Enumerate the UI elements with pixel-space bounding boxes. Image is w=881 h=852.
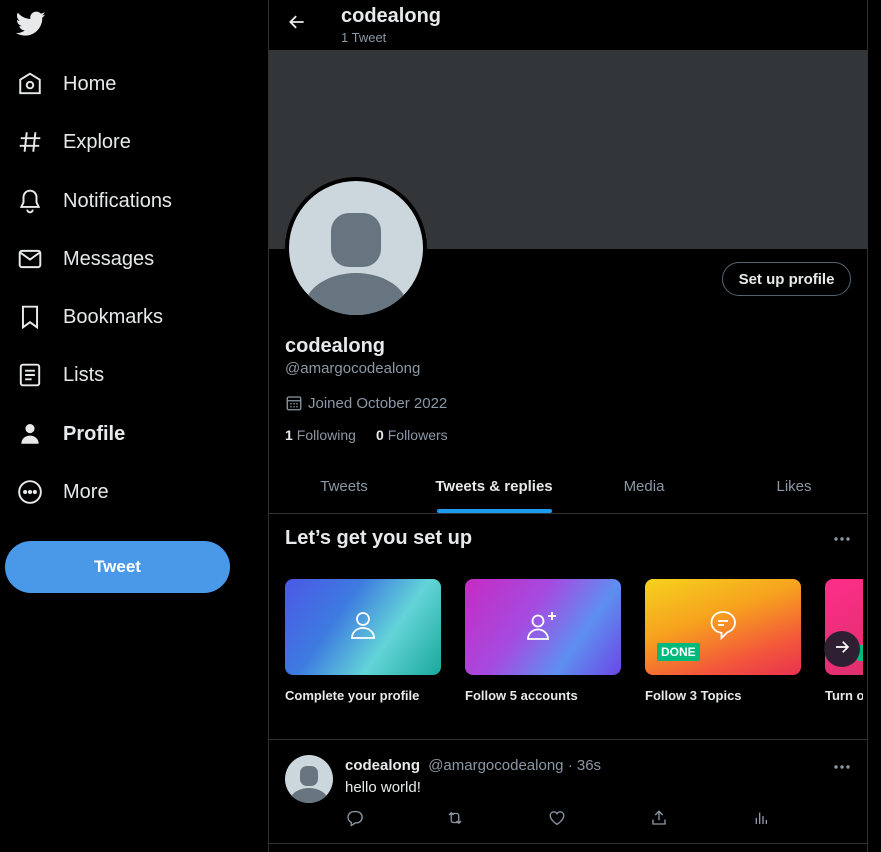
setup-carousel: Complete your profile Follow 5 accounts … bbox=[285, 567, 863, 715]
sidebar-item-explore[interactable]: Explore bbox=[16, 122, 131, 162]
card-caption: Follow 3 Topics bbox=[645, 688, 742, 703]
tweet-more-button[interactable] bbox=[830, 756, 854, 776]
more-dots-icon bbox=[833, 757, 851, 775]
card-caption: Follow 5 accounts bbox=[465, 688, 578, 703]
following-link[interactable]: 1 Following bbox=[285, 427, 356, 443]
sidebar-item-label: Messages bbox=[63, 247, 155, 270]
joined-date: Joined October 2022 bbox=[285, 394, 447, 412]
active-tab-indicator bbox=[436, 509, 552, 513]
followers-link[interactable]: 0 Followers bbox=[376, 427, 448, 443]
bookmark-icon bbox=[16, 303, 44, 331]
retweet-icon bbox=[445, 809, 465, 832]
sidebar: Home Explore Notifications Messages Book… bbox=[0, 0, 268, 852]
default-avatar-icon bbox=[304, 213, 408, 315]
home-icon bbox=[16, 70, 44, 98]
heart-icon bbox=[548, 809, 566, 832]
analytics-button[interactable] bbox=[751, 810, 771, 830]
sidebar-item-profile[interactable]: Profile bbox=[16, 414, 125, 454]
setup-card-follow-accounts[interactable]: Follow 5 accounts bbox=[465, 579, 621, 703]
sidebar-item-notifications[interactable]: Notifications bbox=[16, 181, 172, 221]
tweet-actions bbox=[345, 809, 775, 832]
setup-more-button[interactable] bbox=[830, 528, 854, 548]
list-icon bbox=[16, 361, 44, 389]
reply-icon bbox=[346, 809, 364, 832]
tab-label: Likes bbox=[776, 478, 812, 495]
card-caption: Turn o bbox=[825, 688, 863, 703]
more-dots-icon bbox=[833, 529, 851, 547]
avatar[interactable] bbox=[285, 755, 333, 803]
tab-media[interactable]: Media bbox=[569, 460, 719, 513]
back-button[interactable] bbox=[283, 10, 311, 38]
setup-card-follow-topics[interactable]: DONE Follow 3 Topics bbox=[645, 579, 801, 703]
done-badge: DONE bbox=[657, 643, 700, 661]
reply-button[interactable] bbox=[345, 810, 365, 830]
sidebar-item-label: More bbox=[63, 480, 109, 503]
card-caption: Complete your profile bbox=[285, 688, 420, 703]
share-button[interactable] bbox=[649, 809, 669, 832]
tab-label: Media bbox=[623, 478, 665, 495]
profile-avatar[interactable] bbox=[285, 177, 427, 319]
person-icon bbox=[16, 420, 44, 448]
setup-section-title: Let’s get you set up bbox=[285, 527, 473, 549]
sidebar-item-label: Home bbox=[63, 72, 117, 95]
share-icon bbox=[650, 809, 668, 832]
divider bbox=[269, 843, 867, 844]
tweet-count: 1 Tweet bbox=[341, 30, 387, 45]
tweet-text: hello world! bbox=[345, 779, 421, 796]
envelope-icon bbox=[16, 245, 44, 273]
sidebar-item-label: Notifications bbox=[63, 189, 172, 212]
page-title: codealong bbox=[341, 5, 442, 27]
profile-column: codealong 1 Tweet Set up profile codealo… bbox=[268, 0, 868, 852]
tab-tweets[interactable]: Tweets bbox=[269, 460, 419, 513]
bell-icon bbox=[16, 187, 44, 215]
tweet-meta: codealong @amargocodealong · 36s bbox=[345, 757, 601, 774]
sidebar-item-label: Explore bbox=[63, 130, 131, 153]
profile-name: codealong bbox=[285, 335, 386, 357]
sidebar-item-bookmarks[interactable]: Bookmarks bbox=[16, 297, 163, 337]
following-count: 1 bbox=[285, 427, 293, 443]
tweet-item[interactable]: codealong @amargocodealong · 36s hello w… bbox=[269, 740, 867, 843]
setup-card-profile[interactable]: Complete your profile bbox=[285, 579, 441, 703]
calendar-icon bbox=[285, 394, 303, 412]
setup-profile-button[interactable]: Set up profile bbox=[722, 262, 851, 296]
sidebar-item-label: Bookmarks bbox=[63, 305, 164, 328]
topic-bubble-icon bbox=[709, 610, 737, 645]
followers-count: 0 bbox=[375, 427, 384, 443]
sidebar-item-label: Lists bbox=[63, 363, 105, 386]
tab-label: Tweets bbox=[320, 478, 368, 495]
sidebar-item-label: Profile bbox=[63, 422, 126, 445]
tweet-time[interactable]: · 36s bbox=[568, 757, 601, 774]
person-add-icon bbox=[526, 610, 560, 645]
sidebar-item-more[interactable]: More bbox=[16, 472, 109, 512]
tab-label: Tweets & replies bbox=[435, 478, 553, 495]
arrow-left-icon bbox=[287, 12, 307, 37]
followers-label: Followers bbox=[387, 427, 448, 443]
carousel-next-button[interactable] bbox=[824, 631, 860, 667]
twitter-bird-icon[interactable] bbox=[15, 11, 46, 37]
analytics-icon bbox=[753, 809, 769, 832]
sidebar-item-home[interactable]: Home bbox=[16, 64, 116, 104]
follow-stats: 1 Following 0 Followers bbox=[285, 427, 468, 443]
joined-text: Joined October 2022 bbox=[308, 394, 448, 412]
tab-tweets-replies[interactable]: Tweets & replies bbox=[419, 460, 569, 513]
hashtag-icon bbox=[16, 128, 44, 156]
more-circle-icon bbox=[16, 478, 44, 506]
sidebar-item-lists[interactable]: Lists bbox=[16, 355, 104, 395]
tweet-button[interactable]: Tweet bbox=[5, 541, 230, 593]
profile-handle: @amargocodealong bbox=[285, 360, 421, 377]
tab-likes[interactable]: Likes bbox=[719, 460, 867, 513]
default-avatar-icon bbox=[290, 766, 328, 803]
tweet-author-handle[interactable]: @amargocodealong bbox=[428, 757, 563, 774]
profile-header: codealong 1 Tweet bbox=[269, 0, 867, 50]
sidebar-item-messages[interactable]: Messages bbox=[16, 239, 154, 279]
person-outline-icon bbox=[350, 610, 376, 645]
retweet-button[interactable] bbox=[445, 810, 465, 830]
profile-tabs: Tweets Tweets & replies Media Likes bbox=[269, 460, 867, 514]
following-label: Following bbox=[296, 427, 356, 443]
arrow-right-icon bbox=[833, 638, 851, 661]
tweet-author-name[interactable]: codealong bbox=[345, 757, 420, 774]
like-button[interactable] bbox=[547, 810, 567, 830]
